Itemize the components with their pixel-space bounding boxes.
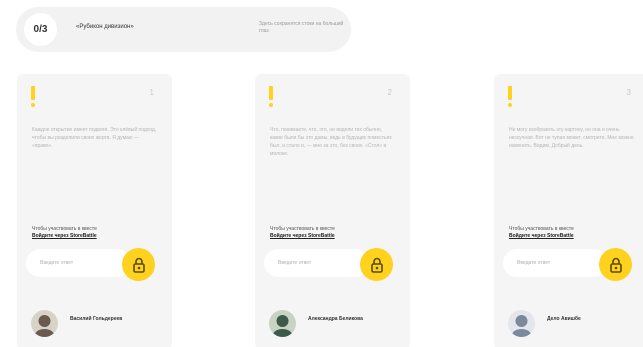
- quest-card-3: 3 Не могу изобразить эту картину, но она…: [494, 74, 643, 347]
- quest-progress-bar: 0/3 «Рубикон дивизион» Здесь сохранятся …: [16, 7, 351, 52]
- author-avatar: [269, 310, 296, 337]
- card-number: 2: [387, 88, 392, 97]
- login-link[interactable]: Войдите через StoreBattle: [270, 233, 400, 240]
- lock-button[interactable]: [360, 248, 393, 281]
- card-number: 3: [626, 88, 631, 97]
- author-name: Александра Беликова: [308, 316, 363, 322]
- author-name: Василий Гольдереев: [70, 316, 123, 322]
- exclamation-icon: [268, 86, 274, 108]
- card-quote: Каждое открытие имеет подвиги. Это клёвы…: [32, 127, 157, 149]
- card-number: 1: [149, 88, 154, 97]
- lock-button[interactable]: [122, 248, 155, 281]
- padlock-icon: [609, 257, 622, 273]
- padlock-icon: [370, 257, 383, 273]
- lock-button[interactable]: [599, 248, 632, 281]
- cta-text: Чтобы участвовать в квесте: [509, 226, 574, 232]
- card-cta: Чтобы участвовать в квесте Войдите через…: [509, 226, 639, 240]
- answer-input[interactable]: [264, 249, 369, 277]
- exclamation-icon: [507, 86, 513, 108]
- progress-hint: Здесь сохранятся стоки на больший глаз: [259, 21, 344, 34]
- cta-text: Чтобы участвовать в квесте: [32, 226, 97, 232]
- quest-page: 0/3 «Рубикон дивизион» Здесь сохранятся …: [0, 0, 643, 347]
- author-avatar: [31, 310, 58, 337]
- progress-counter: 0/3: [24, 13, 57, 46]
- answer-input[interactable]: [26, 249, 131, 277]
- card-cta: Чтобы участвовать в квесте Войдите через…: [270, 226, 400, 240]
- author-avatar: [508, 310, 535, 337]
- quest-card-2: 2 Что, понимаете, что, это, не видели те…: [255, 74, 410, 347]
- login-link[interactable]: Войдите через StoreBattle: [509, 233, 639, 240]
- card-quote: Не могу изобразить эту картину, но она и…: [509, 127, 634, 149]
- login-link[interactable]: Войдите через StoreBattle: [32, 233, 162, 240]
- author-name: Дело Авишбе: [547, 316, 581, 322]
- quest-title: «Рубикон дивизион»: [76, 24, 134, 30]
- cta-text: Чтобы участвовать в квесте: [270, 226, 335, 232]
- quest-card-1: 1 Каждое открытие имеет подвиги. Это клё…: [17, 74, 172, 347]
- padlock-icon: [132, 257, 145, 273]
- card-cta: Чтобы участвовать в квесте Войдите через…: [32, 226, 162, 240]
- card-quote: Что, понимаете, что, это, не видели тех …: [270, 127, 392, 157]
- exclamation-icon: [30, 86, 36, 108]
- answer-input[interactable]: [503, 249, 608, 277]
